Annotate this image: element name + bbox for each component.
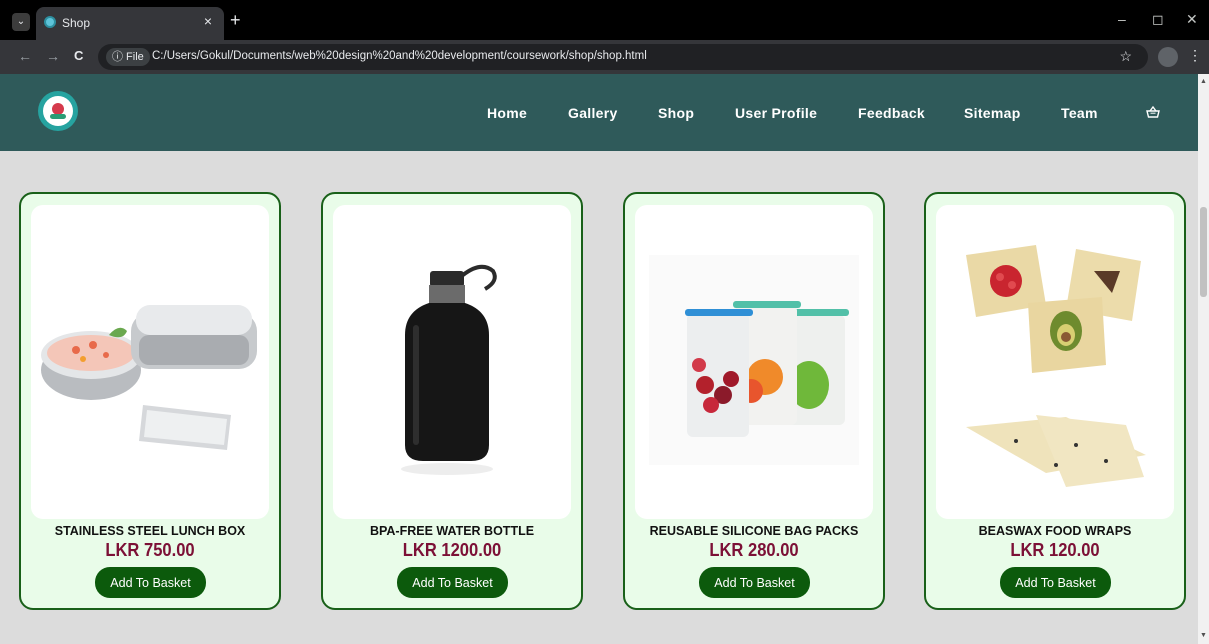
nav-home[interactable]: Home <box>487 105 527 121</box>
bookmark-star-icon[interactable]: ☆ <box>1119 48 1132 65</box>
add-to-basket-button[interactable]: Add To Basket <box>1000 567 1111 598</box>
tab-title: Shop <box>62 16 91 30</box>
add-to-basket-button[interactable]: Add To Basket <box>397 567 508 598</box>
product-card: REUSABLE SILICONE BAG PACKS LKR 280.00 A… <box>623 192 885 610</box>
browser-tab[interactable]: Shop × <box>36 7 224 40</box>
new-tab-button[interactable]: + <box>230 11 241 29</box>
site-info-chip[interactable]: ⓘ File <box>106 48 150 66</box>
scroll-up-arrow-icon[interactable]: ▲ <box>1200 78 1207 85</box>
browser-menu-icon[interactable]: ⋮ <box>1188 47 1202 64</box>
product-card: STAINLESS STEEL LUNCH BOX LKR 750.00 Add… <box>19 192 281 610</box>
minimize-button[interactable]: – <box>1118 11 1126 27</box>
product-price: LKR 280.00 <box>709 540 799 560</box>
product-image-lunch-box <box>31 205 269 519</box>
restore-button[interactable]: ◻ <box>1152 11 1164 28</box>
nav-team[interactable]: Team <box>1061 105 1098 121</box>
tab-close-icon[interactable]: × <box>204 13 212 29</box>
product-price: LKR 750.00 <box>105 540 195 560</box>
profile-avatar[interactable] <box>1158 47 1178 67</box>
address-bar[interactable]: ⓘ File C:/Users/Gokul/Documents/web%20de… <box>98 44 1148 70</box>
product-image-water-bottle <box>333 205 571 519</box>
add-to-basket-button[interactable]: Add To Basket <box>95 567 206 598</box>
browser-tab-bar: ⌄ Shop × + – ◻ ✕ <box>0 0 1209 40</box>
scroll-down-arrow-icon[interactable]: ▼ <box>1200 632 1207 639</box>
site-header: Home Gallery Shop User Profile Feedback … <box>0 74 1198 151</box>
browser-toolbar: ← → C ⓘ File C:/Users/Gokul/Documents/we… <box>0 40 1209 74</box>
product-price: LKR 1200.00 <box>402 540 502 560</box>
window-close-button[interactable]: ✕ <box>1186 11 1198 28</box>
nav-shop[interactable]: Shop <box>658 105 694 121</box>
product-card: BPA-FREE WATER BOTTLE LKR 1200.00 Add To… <box>321 192 583 610</box>
back-button[interactable]: ← <box>18 48 32 64</box>
product-card: BEASWAX FOOD WRAPS LKR 120.00 Add To Bas… <box>924 192 1186 610</box>
logo-leaf-icon <box>50 114 66 119</box>
product-name: BEASWAX FOOD WRAPS <box>978 524 1132 538</box>
page-viewport: Home Gallery Shop User Profile Feedback … <box>0 74 1209 644</box>
product-price: LKR 120.00 <box>1010 540 1100 560</box>
page-scrollbar[interactable]: ▲ ▼ <box>1198 74 1209 644</box>
product-image-beeswax-wraps <box>936 205 1174 519</box>
reload-button[interactable]: C <box>74 48 83 63</box>
product-image-silicone-bags <box>635 205 873 519</box>
url-text[interactable]: C:/Users/Gokul/Documents/web%20design%20… <box>152 50 647 62</box>
product-name: BPA-FREE WATER BOTTLE <box>369 524 535 538</box>
nav-feedback[interactable]: Feedback <box>858 105 925 121</box>
nav-sitemap[interactable]: Sitemap <box>964 105 1021 121</box>
nav-user-profile[interactable]: User Profile <box>735 105 817 121</box>
basket-icon[interactable] <box>1146 106 1160 118</box>
favicon-icon <box>44 16 56 28</box>
scroll-thumb[interactable] <box>1200 207 1207 297</box>
nav-gallery[interactable]: Gallery <box>568 105 618 121</box>
product-name: REUSABLE SILICONE BAG PACKS <box>649 524 859 538</box>
add-to-basket-button[interactable]: Add To Basket <box>699 567 810 598</box>
logo-badge <box>43 96 73 126</box>
site-logo[interactable] <box>38 91 78 131</box>
product-name: STAINLESS STEEL LUNCH BOX <box>54 524 246 538</box>
forward-button[interactable]: → <box>46 48 60 64</box>
tab-search-button[interactable]: ⌄ <box>12 13 30 31</box>
